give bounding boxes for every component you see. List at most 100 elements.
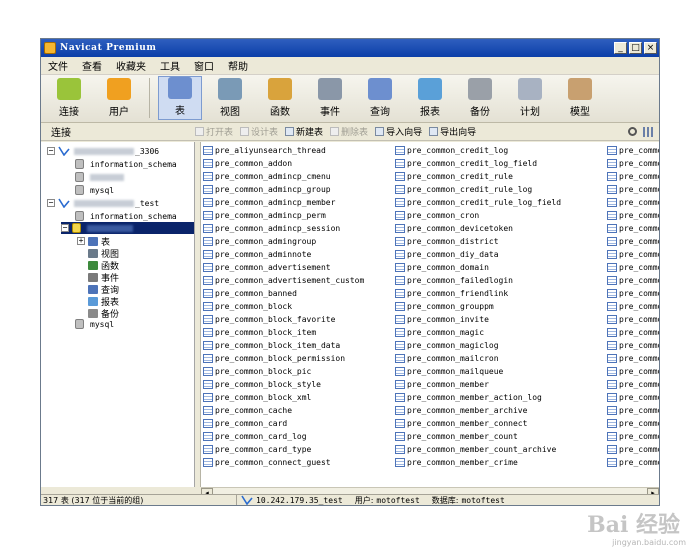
table-item[interactable]: pre_common_me — [607, 170, 659, 183]
table-item[interactable]: pre_common_grouppm — [395, 300, 561, 313]
table-item[interactable]: pre_common_me — [607, 209, 659, 222]
tree-node-5[interactable]: 报表 — [88, 295, 119, 308]
collapse-toggle[interactable]: − — [47, 147, 55, 155]
tree-connection-2[interactable]: − _test — [47, 197, 159, 209]
table-item[interactable]: pre_common_cron — [395, 209, 561, 222]
table-item[interactable]: pre_common_admincp_session — [203, 222, 364, 235]
table-item[interactable]: pre_common_admincp_member — [203, 196, 364, 209]
table-item[interactable]: pre_common_my — [607, 456, 659, 469]
table-item[interactable]: pre_common_banned — [203, 287, 364, 300]
table-item[interactable]: pre_common_credit_rule_log — [395, 183, 561, 196]
table-item[interactable]: pre_common_member_count — [395, 430, 561, 443]
menu-view[interactable]: 查看 — [79, 58, 113, 73]
table-item[interactable]: pre_common_cache — [203, 404, 364, 417]
table-item[interactable]: pre_common_admincp_perm — [203, 209, 364, 222]
table-item[interactable]: pre_common_advertisement — [203, 261, 364, 274]
table-item[interactable]: pre_common_member_action_log — [395, 391, 561, 404]
menu-window[interactable]: 窗口 — [191, 58, 225, 73]
table-item[interactable]: pre_common_me — [607, 157, 659, 170]
table-item[interactable]: pre_common_me — [607, 300, 659, 313]
table-item[interactable]: pre_common_card — [203, 417, 364, 430]
table-item[interactable]: pre_aliyunsearch_thread — [203, 144, 364, 157]
table-item[interactable]: pre_common_me — [607, 352, 659, 365]
tree-db-information-schema-1[interactable]: information_schema — [75, 158, 177, 170]
table-item[interactable]: pre_common_me — [607, 326, 659, 339]
tree-node-3[interactable]: 事件 — [88, 271, 119, 284]
table-item[interactable]: pre_common_me — [607, 274, 659, 287]
collapse-toggle[interactable]: − — [47, 199, 55, 207]
table-item[interactable]: pre_common_addon — [203, 157, 364, 170]
menu-file[interactable]: 文件 — [45, 58, 79, 73]
table-item[interactable]: pre_common_magiclog — [395, 339, 561, 352]
toolbar-button-3[interactable]: 视图 — [208, 76, 252, 120]
table-item[interactable]: pre_common_me — [607, 261, 659, 274]
toolbar-button-1[interactable]: 用户 — [97, 76, 141, 120]
table-item[interactable]: pre_common_me — [607, 365, 659, 378]
toolbar-button-4[interactable]: 函数 — [258, 76, 302, 120]
table-item[interactable]: pre_common_me — [607, 443, 659, 456]
object-button-2[interactable]: 新建表 — [285, 125, 323, 138]
object-button-4[interactable]: 导入向导 — [375, 125, 422, 138]
search-icon[interactable] — [628, 127, 637, 136]
table-item[interactable]: pre_common_me — [607, 313, 659, 326]
toolbar-button-6[interactable]: 查询 — [358, 76, 402, 120]
table-item[interactable]: pre_common_failedlogin — [395, 274, 561, 287]
table-item[interactable]: pre_common_admingroup — [203, 235, 364, 248]
table-item[interactable]: pre_common_me — [607, 339, 659, 352]
table-item[interactable]: pre_common_credit_rule — [395, 170, 561, 183]
table-item[interactable]: pre_common_advertisement_custom — [203, 274, 364, 287]
toolbar-button-2[interactable]: 表 — [158, 76, 202, 120]
minimize-button[interactable]: _ — [614, 42, 627, 54]
table-item[interactable]: pre_common_block_pic — [203, 365, 364, 378]
table-item[interactable]: pre_common_member — [395, 378, 561, 391]
toolbar-button-9[interactable]: 计划 — [508, 76, 552, 120]
table-item[interactable]: pre_common_block_xml — [203, 391, 364, 404]
close-button[interactable]: × — [644, 42, 657, 54]
table-item[interactable]: pre_common_invite — [395, 313, 561, 326]
object-button-0[interactable]: 打开表 — [195, 125, 233, 138]
expand-toggle[interactable]: + — [77, 237, 85, 245]
table-item[interactable]: pre_common_me — [607, 235, 659, 248]
tree-db-selected[interactable]: − — [61, 222, 194, 234]
table-item[interactable]: pre_common_me — [607, 196, 659, 209]
object-button-1[interactable]: 设计表 — [240, 125, 278, 138]
table-item[interactable]: pre_common_block — [203, 300, 364, 313]
table-item[interactable]: pre_common_me — [607, 222, 659, 235]
table-item[interactable]: pre_common_me — [607, 417, 659, 430]
table-item[interactable]: pre_common_admincp_cmenu — [203, 170, 364, 183]
toolbar-button-10[interactable]: 模型 — [558, 76, 602, 120]
table-item[interactable]: pre_common_me — [607, 287, 659, 300]
table-item[interactable]: pre_common_credit_log — [395, 144, 561, 157]
toolbar-button-8[interactable]: 备份 — [458, 76, 502, 120]
table-item[interactable]: pre_common_block_favorite — [203, 313, 364, 326]
table-item[interactable]: pre_common_block_style — [203, 378, 364, 391]
toolbar-button-5[interactable]: 事件 — [308, 76, 352, 120]
menu-tools[interactable]: 工具 — [157, 58, 191, 73]
tree-node-4[interactable]: 查询 — [88, 283, 119, 296]
menu-favorites[interactable]: 收藏夹 — [113, 58, 157, 73]
table-item[interactable]: pre_common_member_archive — [395, 404, 561, 417]
table-item[interactable]: pre_common_mailqueue — [395, 365, 561, 378]
table-item[interactable]: pre_common_diy_data — [395, 248, 561, 261]
table-item[interactable]: pre_common_connect_guest — [203, 456, 364, 469]
table-item[interactable]: pre_common_credit_log_field — [395, 157, 561, 170]
table-item[interactable]: pre_common_me — [607, 430, 659, 443]
tree-node-1[interactable]: 视图 — [88, 247, 119, 260]
table-item[interactable]: pre_common_block_item — [203, 326, 364, 339]
tree-db-mysql-1[interactable]: mysql — [75, 184, 114, 196]
tree-db-information-schema-2[interactable]: information_schema — [75, 210, 177, 222]
menu-help[interactable]: 帮助 — [225, 58, 259, 73]
tree-db-redacted[interactable] — [75, 171, 125, 183]
table-item[interactable]: pre_common_me — [607, 378, 659, 391]
table-item[interactable]: pre_common_member_crime — [395, 456, 561, 469]
maximize-button[interactable]: □ — [629, 42, 642, 54]
table-item[interactable]: pre_common_card_type — [203, 443, 364, 456]
table-item[interactable]: pre_common_magic — [395, 326, 561, 339]
table-item[interactable]: pre_common_mailcron — [395, 352, 561, 365]
tree-connection-1[interactable]: − _3306 — [47, 145, 159, 157]
table-item[interactable]: pre_common_me — [607, 404, 659, 417]
tree-db-mysql-2[interactable]: mysql — [75, 318, 114, 330]
table-item[interactable]: pre_common_member_count_archive — [395, 443, 561, 456]
toolbar-button-0[interactable]: 连接 — [47, 76, 91, 120]
table-item[interactable]: pre_common_domain — [395, 261, 561, 274]
